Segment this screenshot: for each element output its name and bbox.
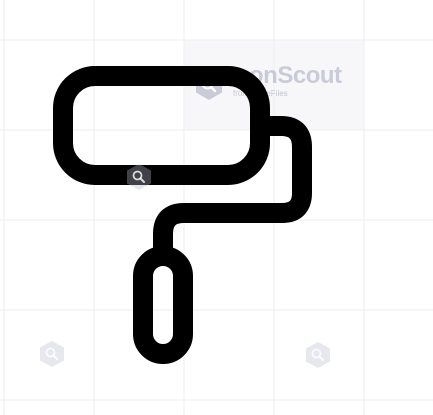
roller-cylinder (53, 66, 270, 185)
roller-handle (133, 246, 193, 364)
watermark-badge-icon (40, 341, 64, 367)
canvas: IconScout from LottieFiles (0, 0, 433, 415)
roller-arm (153, 116, 312, 266)
watermark-badge-icon (306, 342, 330, 368)
watermark-badge-icon (127, 164, 151, 190)
